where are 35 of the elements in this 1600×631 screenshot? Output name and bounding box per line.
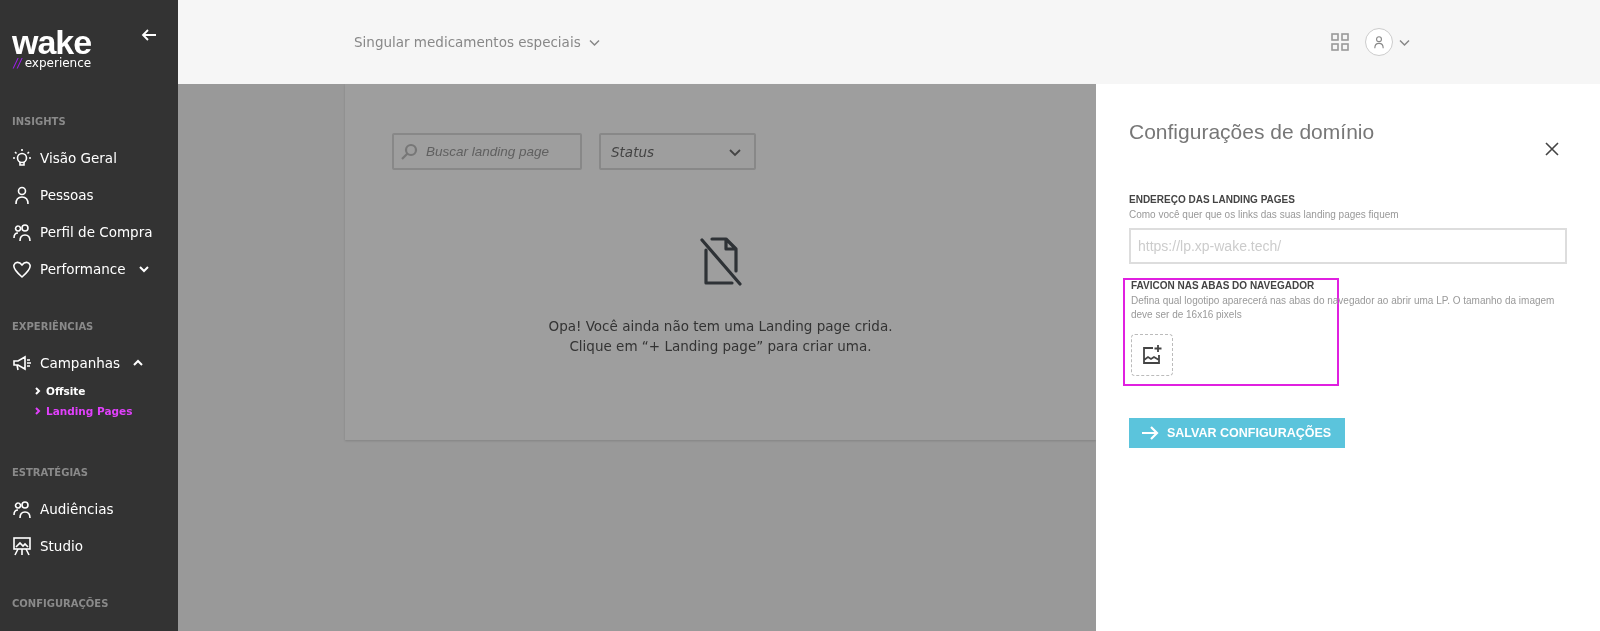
add-image-icon	[1141, 344, 1163, 366]
user-avatar[interactable]	[1365, 28, 1393, 56]
no-document-icon	[697, 236, 744, 288]
drawer-title: Configurações de domínio	[1129, 120, 1375, 145]
subnav-item[interactable]: Offsite	[0, 381, 178, 401]
nav-item[interactable]: Pessoas	[0, 176, 178, 213]
chevron-icon	[34, 407, 42, 415]
status-dropdown[interactable]: Status	[599, 133, 756, 170]
section-heading: INSIGHTS	[11, 115, 67, 129]
nav-item[interactable]: Visão Geral	[0, 139, 178, 176]
nav-item[interactable]: Perfil de Compra	[0, 213, 178, 250]
section-heading: ESTRATÉGIAS	[11, 465, 90, 480]
field-hint: Como você quer que os links das suas landing pages fiquem	[1129, 208, 1400, 222]
field-label: ENDEREÇO DAS LANDING PAGES	[1129, 194, 1296, 205]
person-icon	[12, 184, 32, 205]
section-heading: CONFIGURAÇÕES	[11, 596, 110, 611]
nav-item[interactable]: Performance	[0, 250, 178, 287]
nav-item[interactable]: Audiências	[0, 490, 178, 527]
empty-message: Opa! Você ainda não tem uma Landing page crida. Clique em “+ Landing page” para criar uma.	[548, 317, 893, 356]
field-label: FAVICON NAS ABAS DO NAVEGADOR	[1131, 280, 1316, 291]
arrow-icon	[1141, 426, 1159, 440]
section-heading: EXPERIÊNCIAS	[11, 319, 95, 334]
close-icon[interactable]	[1545, 142, 1559, 156]
subnav-item[interactable]: Landing Pages	[0, 401, 178, 421]
chevron-icon	[34, 387, 42, 395]
people-icon	[12, 221, 32, 242]
lightbulb-icon	[12, 147, 32, 168]
search-field[interactable]: Buscar landing page	[392, 133, 582, 170]
nav-item[interactable]: Studio	[0, 527, 178, 564]
easel-icon	[12, 535, 32, 556]
search-icon	[400, 143, 418, 161]
people-icon	[12, 498, 32, 519]
nav-item[interactable]: Campanhas	[0, 344, 178, 381]
wake-logo: wake // experience	[12, 28, 92, 72]
image-upload-button[interactable]	[1131, 334, 1173, 376]
